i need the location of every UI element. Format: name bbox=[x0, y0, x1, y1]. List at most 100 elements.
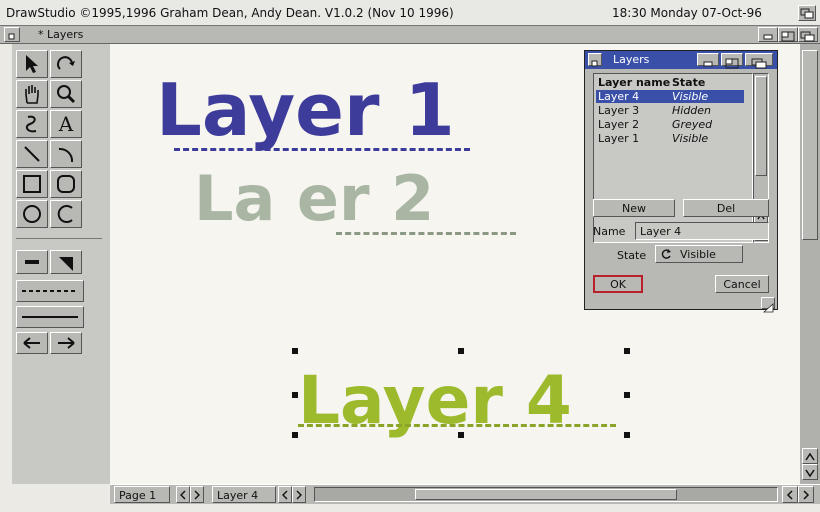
chevron-left-icon bbox=[282, 490, 288, 500]
arrow-left-icon bbox=[23, 337, 40, 349]
layer-row-state: Greyed bbox=[672, 118, 713, 131]
layer-row-name: Layer 2 bbox=[598, 118, 640, 131]
iconify-icon bbox=[703, 61, 713, 67]
chevron-right-icon bbox=[296, 490, 302, 500]
page-selector[interactable]: Page 1 bbox=[114, 486, 170, 503]
text-tool-letter: A bbox=[58, 112, 74, 136]
selection-handle[interactable] bbox=[458, 348, 464, 354]
window-close-button[interactable] bbox=[4, 27, 20, 42]
selection-handle[interactable] bbox=[624, 348, 630, 354]
state-cycle-button[interactable]: Visible bbox=[655, 245, 743, 263]
layers-list-scrollbar[interactable] bbox=[753, 73, 769, 243]
window-zoom-button[interactable] bbox=[778, 27, 798, 42]
layer-row-state: Visible bbox=[672, 90, 709, 103]
selection-handle[interactable] bbox=[292, 432, 298, 438]
dialog-depth-button[interactable] bbox=[745, 53, 773, 69]
close-icon bbox=[8, 33, 15, 40]
chevron-left-icon bbox=[180, 490, 186, 500]
dialog-zoom-button[interactable] bbox=[721, 53, 743, 69]
layer4-baseline bbox=[298, 424, 616, 427]
scroll-left-button[interactable] bbox=[782, 486, 798, 503]
new-layer-button[interactable]: New bbox=[593, 199, 675, 217]
rounded-rectangle-tool[interactable] bbox=[50, 170, 82, 198]
ok-button[interactable]: OK bbox=[593, 275, 643, 293]
state-field-label: State bbox=[617, 249, 647, 262]
arrow-left-style-button[interactable] bbox=[16, 332, 48, 354]
text-tool[interactable]: A bbox=[50, 110, 82, 138]
depth-icon bbox=[800, 8, 814, 19]
dialog-iconify-button[interactable] bbox=[697, 53, 719, 67]
vertical-scroll-knob[interactable] bbox=[802, 50, 818, 240]
rounded-rectangle-icon bbox=[57, 175, 75, 193]
arrow-right-style-button[interactable] bbox=[50, 332, 82, 354]
window-iconify-button[interactable] bbox=[758, 27, 778, 42]
solid-line-icon bbox=[22, 316, 78, 318]
layers-dialog-title-bar[interactable]: Layers bbox=[585, 51, 777, 69]
layer-row-state: Visible bbox=[672, 132, 709, 145]
dialog-resize-gadget[interactable] bbox=[761, 297, 775, 313]
window-depth-button[interactable] bbox=[798, 27, 818, 42]
select-tool[interactable] bbox=[16, 50, 48, 78]
layers-dialog: Layers Layer name State Layer 4 Visible … bbox=[584, 50, 778, 313]
toolbox-divider bbox=[16, 238, 102, 239]
name-field-label: Name bbox=[593, 225, 626, 238]
line-tool[interactable] bbox=[16, 140, 48, 168]
layer-row[interactable]: Layer 2 Greyed bbox=[596, 118, 744, 131]
selection-handle[interactable] bbox=[624, 392, 630, 398]
layers-list-header: Layer name State bbox=[596, 76, 744, 89]
state-value: Visible bbox=[680, 248, 716, 261]
line-start-style-button[interactable] bbox=[16, 250, 48, 274]
layers-list-scroll-knob[interactable] bbox=[755, 76, 767, 176]
screen-depth-gadget[interactable] bbox=[798, 5, 816, 21]
page-next-button[interactable] bbox=[190, 486, 204, 503]
dashed-line-style-button[interactable] bbox=[16, 280, 84, 302]
page-prev-button[interactable] bbox=[176, 486, 190, 503]
close-icon bbox=[591, 60, 598, 67]
selection-handle[interactable] bbox=[292, 348, 298, 354]
horizontal-scrollbar[interactable] bbox=[314, 487, 778, 502]
selection-handle[interactable] bbox=[624, 432, 630, 438]
scroll-up-button[interactable] bbox=[802, 448, 818, 464]
layer-row-selected[interactable]: Layer 4 Visible bbox=[596, 90, 744, 103]
chevron-up-icon bbox=[805, 452, 815, 461]
horizontal-scroll-knob[interactable] bbox=[415, 489, 677, 500]
ellipse-icon bbox=[23, 205, 41, 223]
layer-name-field[interactable]: Layer 4 bbox=[635, 222, 769, 240]
rectangle-tool[interactable] bbox=[16, 170, 48, 198]
vertical-scrollbar[interactable] bbox=[800, 44, 820, 484]
arrow-pointer-icon bbox=[26, 55, 38, 73]
hand-tool[interactable] bbox=[16, 80, 48, 108]
scroll-down-button[interactable] bbox=[802, 464, 818, 480]
fill-corner-style-button[interactable] bbox=[50, 250, 82, 274]
window-title: * Layers bbox=[38, 28, 84, 41]
rotate-tool[interactable] bbox=[50, 50, 82, 78]
iconify-icon bbox=[763, 34, 773, 40]
arc-tool[interactable] bbox=[50, 140, 82, 168]
layers-dialog-title: Layers bbox=[613, 53, 650, 66]
zoom-icon bbox=[725, 58, 739, 69]
solid-line-style-button[interactable] bbox=[16, 306, 84, 328]
layer-next-button[interactable] bbox=[292, 486, 306, 503]
zoom-tool[interactable] bbox=[50, 80, 82, 108]
pie-tool[interactable] bbox=[50, 200, 82, 228]
layer2-text-object[interactable]: La er 2 bbox=[194, 168, 434, 230]
scroll-right-button[interactable] bbox=[798, 486, 814, 503]
delete-layer-button[interactable]: Del bbox=[683, 199, 769, 217]
layer-row[interactable]: Layer 3 Hidden bbox=[596, 104, 744, 117]
layer-row[interactable]: Layer 1 Visible bbox=[596, 132, 744, 145]
chevron-right-icon bbox=[194, 490, 200, 500]
selection-handle[interactable] bbox=[458, 432, 464, 438]
bottom-status-bar: Page 1 Layer 4 bbox=[110, 484, 820, 504]
dialog-close-button[interactable] bbox=[588, 53, 602, 67]
selection-handle[interactable] bbox=[292, 392, 298, 398]
layer-selector[interactable]: Layer 4 bbox=[212, 486, 276, 503]
freehand-tool[interactable] bbox=[16, 110, 48, 138]
cancel-button[interactable]: Cancel bbox=[715, 275, 769, 293]
layers-list[interactable]: Layer name State Layer 4 Visible Layer 3… bbox=[593, 73, 753, 243]
window-title-bar: * Layers bbox=[0, 26, 820, 44]
layer-prev-button[interactable] bbox=[278, 486, 292, 503]
chevron-right-icon bbox=[803, 490, 810, 500]
ellipse-tool[interactable] bbox=[16, 200, 48, 228]
layer1-text-object[interactable]: Layer 1 bbox=[156, 74, 455, 146]
column-header-name: Layer name bbox=[598, 76, 671, 89]
